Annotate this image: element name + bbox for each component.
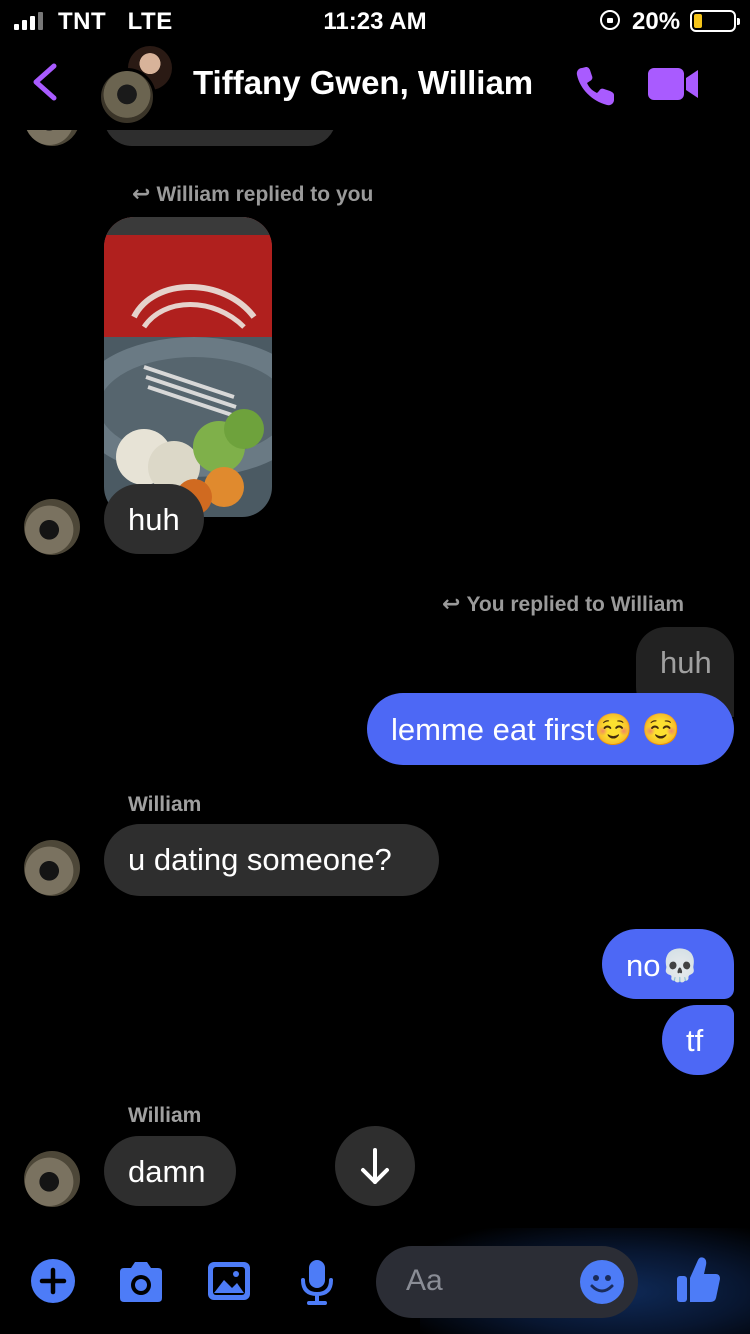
battery-icon [690,10,740,32]
conversation-title[interactable]: Tiffany Gwen, William [193,64,533,102]
video-call-icon[interactable] [646,64,700,104]
microphone-icon[interactable] [300,1258,334,1306]
smiley-icon [590,1275,614,1293]
reply-indicator: ↩ You replied to William [442,591,685,616]
message-bubble-incoming[interactable]: huh [104,484,204,554]
message-bubble-outgoing[interactable]: tf [662,1005,734,1075]
message-input-placeholder: Aa [406,1264,443,1297]
avatar-william [24,1151,80,1207]
conversation-header: Tiffany Gwen, William [0,40,750,130]
scroll-to-bottom-button[interactable] [335,1126,415,1206]
reply-arrow-icon: ↩ [442,591,461,616]
avatar-william [24,840,80,896]
camera-icon[interactable] [116,1260,166,1304]
message-bubble-outgoing[interactable]: lemme eat first☺️ ☺️ [367,693,734,765]
battery-percentage: 20% [632,8,681,35]
plus-icon[interactable] [30,1258,76,1304]
emoji-icon[interactable] [580,1260,624,1304]
message-bubble-outgoing[interactable]: no💀 [602,929,734,999]
photo-message[interactable] [104,217,272,517]
phone-call-icon[interactable] [572,62,620,110]
sender-name: William [128,1104,202,1127]
rotation-lock-icon [600,10,620,30]
sender-name: William [128,793,202,816]
food-photo-image [104,217,272,517]
avatar-william [24,499,80,555]
gallery-icon[interactable] [206,1260,252,1302]
message-bubble-incoming[interactable]: damn [104,1136,236,1206]
back-chevron-icon[interactable] [30,62,60,102]
thumbs-up-icon[interactable] [674,1254,722,1306]
arrow-down-icon [361,1148,389,1184]
status-bar: TNT LTE 11:23 AM 20% [0,0,750,40]
reply-arrow-icon: ↩ [132,181,151,206]
avatar-william [98,68,156,126]
message-bubble-incoming[interactable]: u dating someone? [104,824,439,896]
reply-indicator: ↩ William replied to you [132,181,374,206]
message-input[interactable]: Aa [376,1246,638,1318]
message-composer: Aa [0,1228,750,1334]
